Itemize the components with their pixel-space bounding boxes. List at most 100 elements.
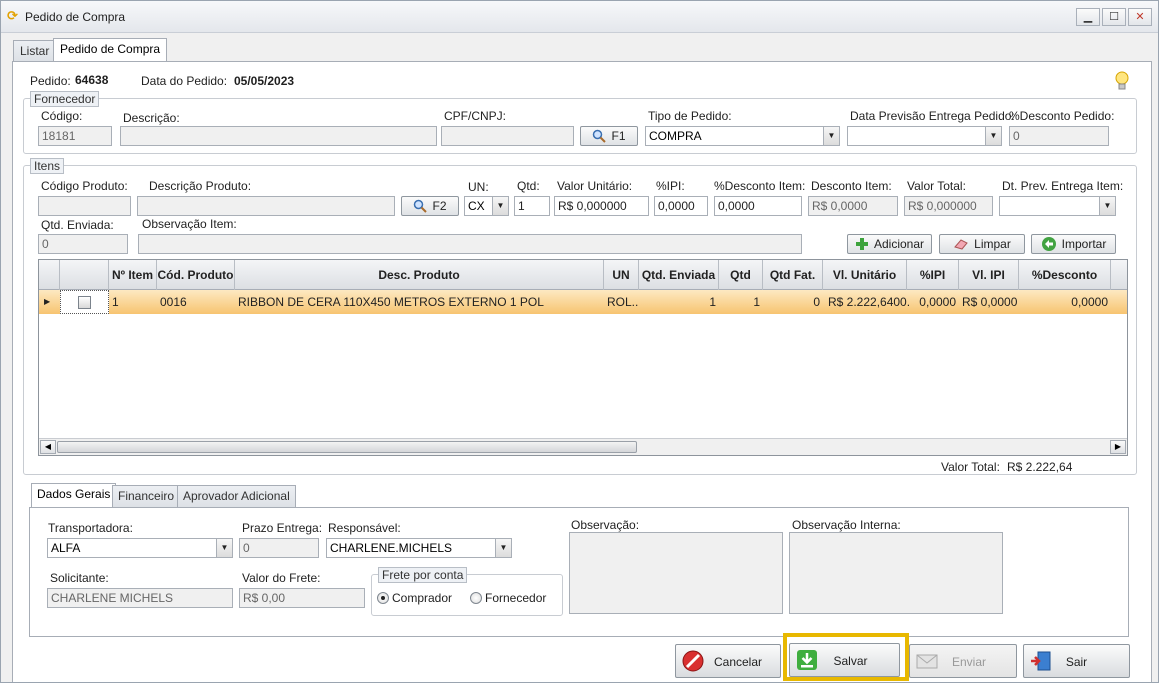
- sair-button[interactable]: Sair: [1023, 644, 1130, 678]
- observacao-label: Observação:: [571, 518, 640, 532]
- ipi-field[interactable]: 0,0000: [654, 196, 708, 216]
- eraser-icon: [954, 239, 968, 250]
- un-value: CX: [468, 199, 485, 213]
- col-header-un[interactable]: UN: [604, 260, 639, 290]
- col-header-desc-produto[interactable]: Desc. Produto: [235, 260, 604, 290]
- col-header-vl-ipi[interactable]: Vl. IPI: [959, 260, 1019, 290]
- responsavel-select[interactable]: CHARLENE.MICHELS ▼: [326, 538, 512, 558]
- cell-un: ROL...: [607, 295, 639, 309]
- cell-vl-ipi: R$ 0,0000: [962, 295, 1018, 309]
- grid-total-label: Valor Total:: [941, 460, 1000, 474]
- valor-unitario-label: Valor Unitário:: [557, 179, 633, 193]
- cpf-label: CPF/CNPJ:: [444, 109, 507, 123]
- scroll-left-icon[interactable]: ◀: [40, 440, 56, 454]
- chevron-down-icon: ▼: [985, 127, 1001, 145]
- col-header-more: [1111, 260, 1127, 290]
- main-window: ⟳ Pedido de Compra ▁ ☐ ✕ Listar Pedido d…: [0, 0, 1159, 683]
- lightbulb-icon[interactable]: [1114, 70, 1130, 92]
- col-header-vl-unitario[interactable]: Vl. Unitário: [823, 260, 907, 290]
- cpf-field[interactable]: [441, 126, 574, 146]
- f2-search-button[interactable]: F2: [401, 196, 459, 216]
- tipo-pedido-label: Tipo de Pedido:: [648, 109, 732, 123]
- chevron-down-icon: ▼: [823, 127, 839, 145]
- col-header-qtd[interactable]: Qtd: [719, 260, 763, 290]
- horizontal-scrollbar[interactable]: ◀ ▶: [39, 438, 1127, 455]
- desconto-item-label: Desconto Item:: [811, 179, 892, 193]
- codigo-field[interactable]: 18181: [38, 126, 112, 146]
- observacao-textarea[interactable]: [569, 532, 783, 614]
- chevron-down-icon: ▼: [1099, 197, 1115, 215]
- cell-desconto: 0,0000: [1071, 295, 1108, 309]
- cancelar-button[interactable]: Cancelar: [675, 644, 781, 678]
- prazo-entrega-field[interactable]: 0: [239, 538, 319, 558]
- codigo-produto-label: Código Produto:: [41, 179, 128, 193]
- cell-desc-produto: RIBBON DE CERA 110X450 METROS EXTERNO 1 …: [238, 295, 544, 309]
- row-checkbox-cell[interactable]: [60, 290, 109, 314]
- col-header-qtd-enviada[interactable]: Qtd. Enviada: [639, 260, 719, 290]
- col-header-qtd-fat[interactable]: Qtd Fat.: [763, 260, 823, 290]
- solicitante-label: Solicitante:: [50, 571, 109, 585]
- un-label: UN:: [468, 180, 489, 194]
- comprador-radio[interactable]: [377, 592, 389, 604]
- grid-header: Nº Item Cód. Produto Desc. Produto UN Qt…: [39, 260, 1127, 290]
- chevron-down-icon: ▼: [495, 539, 511, 557]
- tab-financeiro[interactable]: Financeiro: [112, 485, 181, 507]
- valor-frete-field[interactable]: R$ 0,00: [239, 588, 365, 608]
- col-header-item[interactable]: Nº Item: [109, 260, 157, 290]
- fornecedor-radio[interactable]: [470, 592, 482, 604]
- itens-legend: Itens: [30, 158, 65, 174]
- adicionar-label: Adicionar: [873, 237, 925, 251]
- prazo-entrega-label: Prazo Entrega:: [242, 521, 323, 535]
- cell-item: 1: [112, 295, 119, 309]
- desconto-item-pct-field[interactable]: 0,0000: [714, 196, 802, 216]
- descricao-field[interactable]: [120, 126, 437, 146]
- table-row[interactable]: ▶ 1 0016 RIBBON DE CERA 110X450 METROS E…: [39, 290, 1127, 314]
- maximize-button[interactable]: ☐: [1102, 8, 1126, 26]
- col-header-ipi[interactable]: %IPI: [907, 260, 959, 290]
- tipo-pedido-select[interactable]: COMPRA ▼: [645, 126, 840, 146]
- adicionar-button[interactable]: Adicionar: [847, 234, 932, 254]
- solicitante-field[interactable]: CHARLENE MICHELS: [47, 588, 233, 608]
- minimize-button[interactable]: ▁: [1076, 8, 1100, 26]
- descricao-produto-label: Descrição Produto:: [149, 179, 252, 193]
- codigo-produto-field[interactable]: [38, 196, 131, 216]
- transportadora-value: ALFA: [51, 541, 81, 555]
- codigo-label: Código:: [41, 109, 83, 123]
- col-header-cod-produto[interactable]: Cód. Produto: [157, 260, 235, 290]
- cell-qtd: 1: [753, 295, 760, 309]
- salvar-button[interactable]: Salvar: [789, 643, 900, 677]
- close-button[interactable]: ✕: [1128, 8, 1152, 26]
- importar-button[interactable]: Importar: [1031, 234, 1116, 254]
- un-select[interactable]: CX ▼: [464, 196, 509, 216]
- qtd-field[interactable]: 1: [514, 196, 550, 216]
- f1-search-button[interactable]: F1: [580, 126, 638, 146]
- observacao-item-field[interactable]: [138, 234, 802, 254]
- scroll-thumb[interactable]: [57, 441, 637, 453]
- frete-por-conta-legend: Frete por conta: [378, 567, 468, 583]
- descricao-produto-field[interactable]: [137, 196, 395, 216]
- row-checkbox[interactable]: [78, 296, 91, 309]
- tab-aprovador-adicional[interactable]: Aprovador Adicional: [177, 485, 296, 507]
- enviar-button[interactable]: Enviar: [909, 644, 1017, 678]
- scroll-right-icon[interactable]: ▶: [1110, 440, 1126, 454]
- ipi-label: %IPI:: [656, 179, 685, 193]
- tab-pedido-de-compra[interactable]: Pedido de Compra: [53, 38, 168, 62]
- qtd-enviada-field[interactable]: 0: [38, 234, 128, 254]
- col-header-desconto[interactable]: %Desconto: [1019, 260, 1111, 290]
- search-icon: [593, 129, 607, 143]
- title-bar: ⟳ Pedido de Compra ▁ ☐ ✕: [1, 1, 1158, 33]
- pedido-number: 64638: [75, 73, 109, 87]
- tipo-pedido-value: COMPRA: [649, 129, 702, 143]
- valor-unitario-field[interactable]: R$ 0,000000: [554, 196, 649, 216]
- observacao-interna-textarea[interactable]: [789, 532, 1003, 614]
- tab-dados-gerais[interactable]: Dados Gerais: [31, 483, 117, 508]
- data-previsao-select[interactable]: ▼: [847, 126, 1002, 146]
- desconto-item-field[interactable]: R$ 0,0000: [808, 196, 898, 216]
- desconto-pedido-field[interactable]: 0: [1009, 126, 1109, 146]
- valor-total-field[interactable]: R$ 0,000000: [904, 196, 993, 216]
- limpar-button[interactable]: Limpar: [939, 234, 1025, 254]
- transportadora-select[interactable]: ALFA ▼: [47, 538, 233, 558]
- tab-listar[interactable]: Listar: [13, 40, 57, 61]
- observacao-item-label: Observação Item:: [142, 217, 237, 231]
- dt-prev-entrega-select[interactable]: ▼: [999, 196, 1116, 216]
